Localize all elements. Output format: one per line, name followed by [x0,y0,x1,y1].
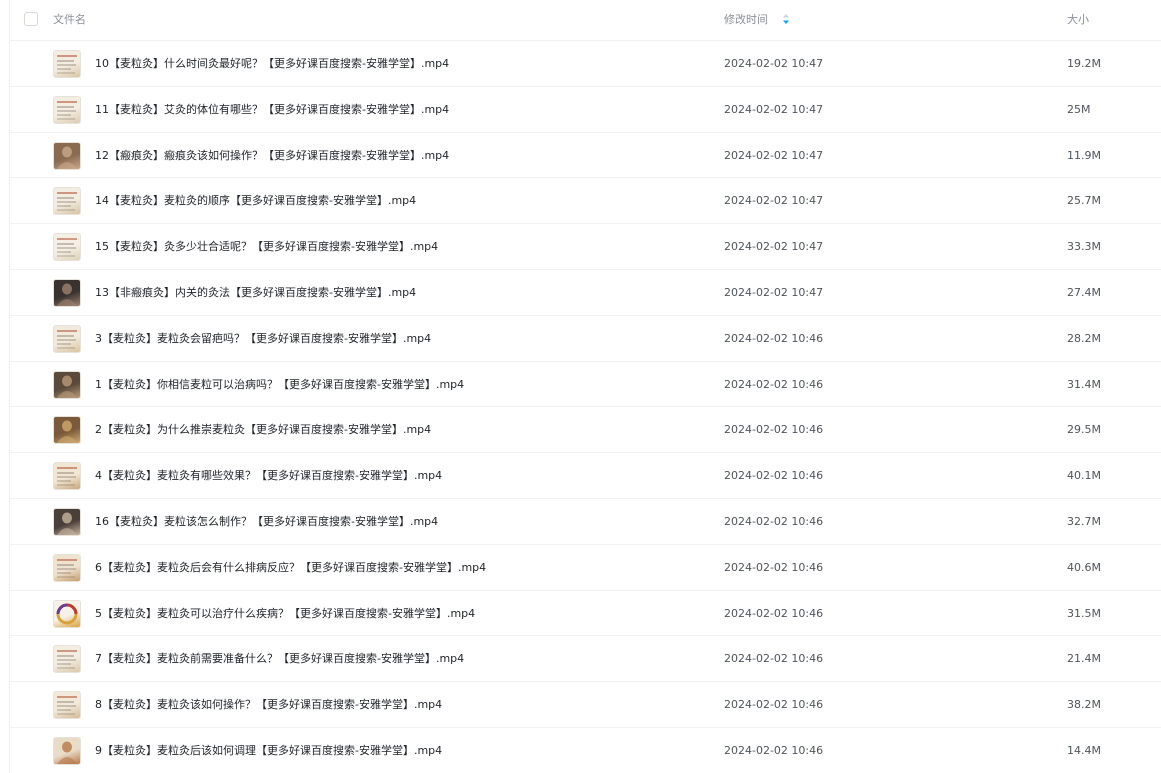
table-row[interactable]: 6【麦粒灸】麦粒灸后会有什么排病反应？【更多好课百度搜索-安雅学堂】.mp4 20… [10,545,1161,591]
column-header-modified-time[interactable]: 修改时间 [724,13,790,27]
modified-time: 2024-02-02 10:46 [724,652,824,666]
modified-time: 2024-02-02 10:47 [724,102,824,116]
file-name-link[interactable]: 1【麦粒灸】你相信麦粒可以治病吗？【更多好课百度搜索-安雅学堂】.mp4 [95,377,464,393]
photo-thumbnail-icon [53,416,81,445]
slide-thumbnail-icon [53,691,81,720]
column-header-time-label: 修改时间 [724,13,768,26]
column-header-size[interactable]: 大小 [1067,13,1089,27]
file-name-link[interactable]: 2【麦粒灸】为什么推崇麦粒灸【更多好课百度搜索-安雅学堂】.mp4 [95,422,431,438]
modified-time: 2024-02-02 10:46 [724,698,824,712]
photo-thumbnail-icon [53,507,81,536]
slide-thumbnail-icon [53,324,81,353]
modified-time: 2024-02-02 10:47 [724,194,824,208]
slide-thumbnail-icon [53,553,81,582]
file-size: 11.9M [1067,148,1101,162]
file-name-link[interactable]: 16【麦粒灸】麦粒该怎么制作？【更多好课百度搜索-安雅学堂】.mp4 [95,514,438,530]
modified-time: 2024-02-02 10:46 [724,469,824,483]
photo-thumbnail-icon [53,370,81,399]
file-name-link[interactable]: 9【麦粒灸】麦粒灸后该如何调理【更多好课百度搜索-安雅学堂】.mp4 [95,743,442,759]
modified-time: 2024-02-02 10:46 [724,560,824,574]
sort-arrows-icon[interactable] [782,13,790,25]
modified-time: 2024-02-02 10:46 [724,606,824,620]
file-list-page: 文件名 修改时间 大小 10【麦粒灸】什么时间灸最好呢？【更多好课百度搜索-安雅… [0,0,1161,773]
slide-thumbnail-icon [53,462,81,491]
table-row[interactable]: 4【麦粒灸】麦粒灸有哪些效果？【更多好课百度搜索-安雅学堂】.mp4 2024-0… [10,453,1161,499]
table-row[interactable]: 15【麦粒灸】灸多少壮合适呢？【更多好课百度搜索-安雅学堂】.mp4 2024-0… [10,224,1161,270]
file-size: 40.1M [1067,469,1101,483]
photo-thumbnail-icon [53,736,81,765]
file-size: 31.4M [1067,377,1101,391]
photo-thumbnail-icon [53,141,81,170]
file-size: 31.5M [1067,606,1101,620]
column-header-name-label: 文件名 [53,13,86,26]
file-size: 27.4M [1067,285,1101,299]
modified-time: 2024-02-02 10:46 [724,743,824,757]
modified-time: 2024-02-02 10:46 [724,377,824,391]
slide-thumbnail-icon [53,645,81,674]
table-row[interactable]: 7【麦粒灸】麦粒灸前需要准备什么？【更多好课百度搜索-安雅学堂】.mp4 2024… [10,636,1161,683]
modified-time: 2024-02-02 10:46 [724,423,824,437]
photo-thumbnail-icon [53,278,81,307]
modified-time: 2024-02-02 10:46 [724,331,824,345]
table-header: 文件名 修改时间 大小 [10,0,1161,41]
file-name-link[interactable]: 15【麦粒灸】灸多少壮合适呢？【更多好课百度搜索-安雅学堂】.mp4 [95,239,438,255]
column-header-size-label: 大小 [1067,13,1089,26]
slide-thumbnail-icon [53,187,81,216]
modified-time: 2024-02-02 10:46 [724,514,824,528]
file-size: 29.5M [1067,423,1101,437]
file-table-body: 10【麦粒灸】什么时间灸最好呢？【更多好课百度搜索-安雅学堂】.mp4 2024-… [10,41,1161,773]
table-row[interactable]: 5【麦粒灸】麦粒灸可以治疗什么疾病？【更多好课百度搜索-安雅学堂】.mp4 202… [10,591,1161,637]
file-size: 32.7M [1067,514,1101,528]
slide-thumbnail-icon [53,50,81,78]
file-size: 21.4M [1067,652,1101,666]
file-size: 19.2M [1067,57,1101,70]
table-row[interactable]: 9【麦粒灸】麦粒灸后该如何调理【更多好课百度搜索-安雅学堂】.mp4 2024-0… [10,728,1161,773]
table-row[interactable]: 13【非瘢痕灸】内关的灸法【更多好课百度搜索-安雅学堂】.mp4 2024-02-… [10,270,1161,316]
column-header-name[interactable]: 文件名 [53,13,86,27]
file-name-link[interactable]: 11【麦粒灸】艾灸的体位有哪些？【更多好课百度搜索-安雅学堂】.mp4 [95,102,449,118]
file-name-link[interactable]: 3【麦粒灸】麦粒灸会留疤吗？【更多好课百度搜索-安雅学堂】.mp4 [95,331,431,347]
file-size: 25.7M [1067,194,1101,208]
table-row[interactable]: 8【麦粒灸】麦粒灸该如何操作？【更多好课百度搜索-安雅学堂】.mp4 2024-0… [10,682,1161,728]
table-row[interactable]: 3【麦粒灸】麦粒灸会留疤吗？【更多好课百度搜索-安雅学堂】.mp4 2024-02… [10,316,1161,362]
file-size: 14.4M [1067,743,1101,757]
file-size: 33.3M [1067,240,1101,254]
slide-thumbnail-icon [53,233,81,262]
file-name-link[interactable]: 14【麦粒灸】麦粒灸的顺序【更多好课百度搜索-安雅学堂】.mp4 [95,193,416,209]
file-name-link[interactable]: 4【麦粒灸】麦粒灸有哪些效果？【更多好课百度搜索-安雅学堂】.mp4 [95,468,442,484]
table-row[interactable]: 2【麦粒灸】为什么推崇麦粒灸【更多好课百度搜索-安雅学堂】.mp4 2024-02… [10,407,1161,454]
file-name-link[interactable]: 12【瘢痕灸】瘢痕灸该如何操作？【更多好课百度搜索-安雅学堂】.mp4 [95,148,449,164]
file-name-link[interactable]: 6【麦粒灸】麦粒灸后会有什么排病反应？【更多好课百度搜索-安雅学堂】.mp4 [95,560,486,576]
file-name-link[interactable]: 7【麦粒灸】麦粒灸前需要准备什么？【更多好课百度搜索-安雅学堂】.mp4 [95,651,464,667]
table-row[interactable]: 16【麦粒灸】麦粒该怎么制作？【更多好课百度搜索-安雅学堂】.mp4 2024-0… [10,499,1161,545]
table-row[interactable]: 14【麦粒灸】麦粒灸的顺序【更多好课百度搜索-安雅学堂】.mp4 2024-02-… [10,178,1161,225]
modified-time: 2024-02-02 10:47 [724,285,824,299]
table-row[interactable]: 10【麦粒灸】什么时间灸最好呢？【更多好课百度搜索-安雅学堂】.mp4 2024-… [10,41,1161,87]
modified-time: 2024-02-02 10:47 [724,240,824,254]
table-row[interactable]: 1【麦粒灸】你相信麦粒可以治病吗？【更多好课百度搜索-安雅学堂】.mp4 2024… [10,362,1161,408]
file-size: 28.2M [1067,331,1101,345]
file-size: 38.2M [1067,698,1101,712]
modified-time: 2024-02-02 10:47 [724,148,824,162]
file-name-link[interactable]: 8【麦粒灸】麦粒灸该如何操作？【更多好课百度搜索-安雅学堂】.mp4 [95,697,442,713]
modified-time: 2024-02-02 10:47 [724,57,824,70]
select-all-checkbox[interactable] [24,12,38,26]
file-name-link[interactable]: 13【非瘢痕灸】内关的灸法【更多好课百度搜索-安雅学堂】.mp4 [95,285,416,301]
slide-thumbnail-icon [53,95,81,124]
file-name-link[interactable]: 5【麦粒灸】麦粒灸可以治疗什么疾病？【更多好课百度搜索-安雅学堂】.mp4 [95,606,475,622]
table-row[interactable]: 12【瘢痕灸】瘢痕灸该如何操作？【更多好课百度搜索-安雅学堂】.mp4 2024-… [10,133,1161,179]
diagram-thumbnail-icon [53,599,81,628]
table-row[interactable]: 11【麦粒灸】艾灸的体位有哪些？【更多好课百度搜索-安雅学堂】.mp4 2024-… [10,87,1161,133]
file-size: 25M [1067,102,1091,116]
file-size: 40.6M [1067,560,1101,574]
file-name-link[interactable]: 10【麦粒灸】什么时间灸最好呢？【更多好课百度搜索-安雅学堂】.mp4 [95,56,449,72]
